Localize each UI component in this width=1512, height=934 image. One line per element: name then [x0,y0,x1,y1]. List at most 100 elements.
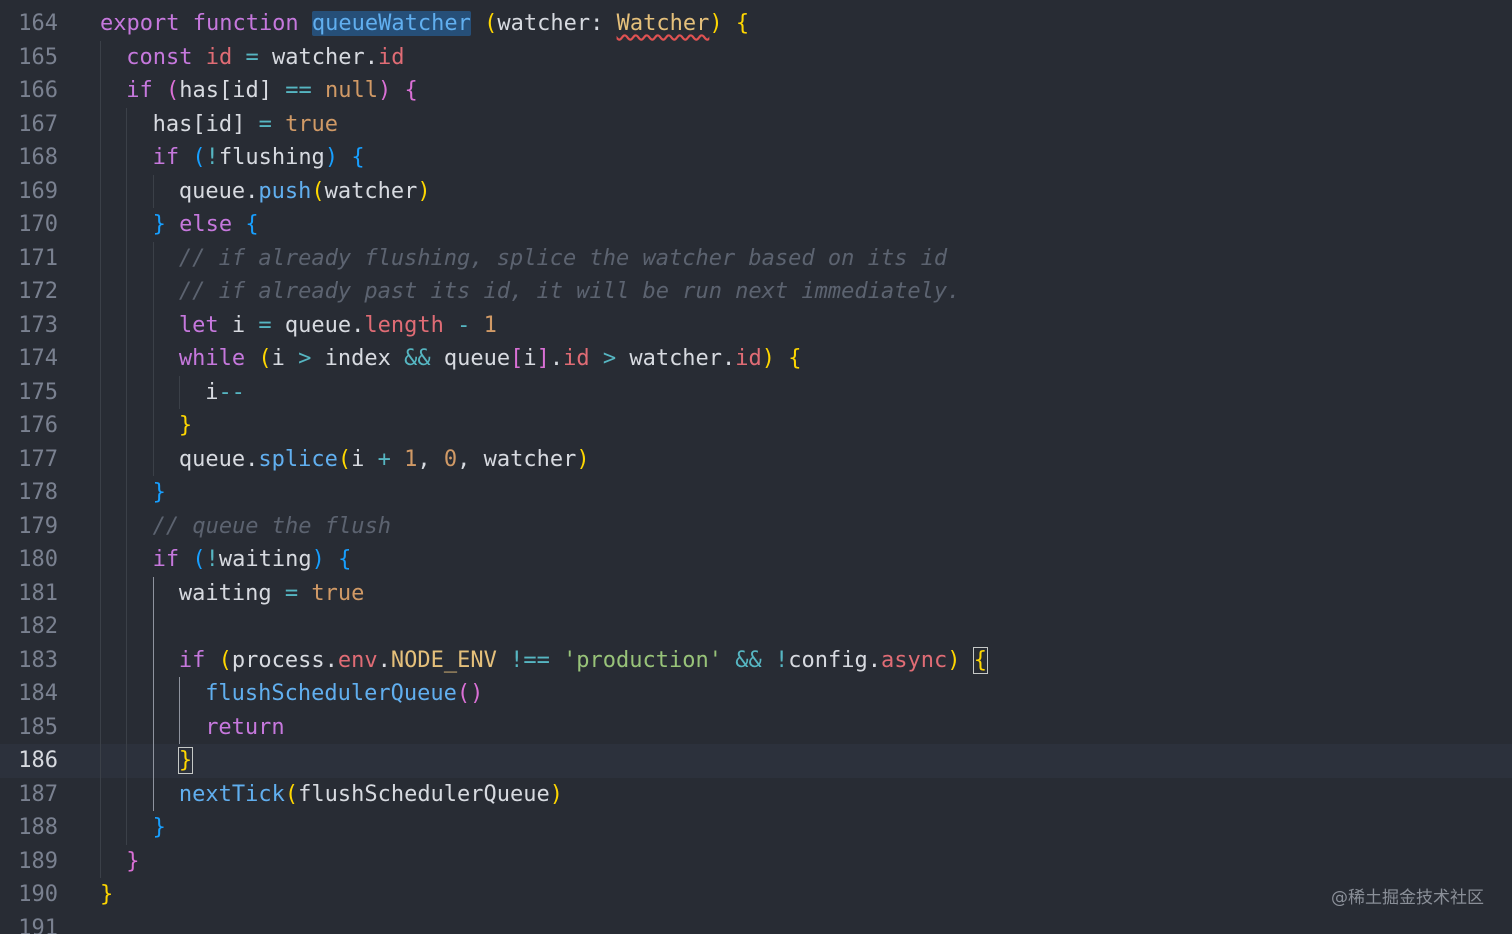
code-token: watcher: [497,11,617,36]
code-line[interactable]: 164 export function queueWatcher (watcher… [0,7,1512,41]
code-line[interactable]: 185 return [0,710,1512,745]
code-line[interactable]: 174 while (i > index && queue[i].id > wat… [0,342,1512,376]
code-text: // if already past its id, it will be ru… [100,275,960,309]
indent-guide [126,409,152,443]
code-line[interactable]: 184 flushSchedulerQueue() [0,677,1512,711]
code-line[interactable]: 173 let i = queue.length - 1 [0,308,1512,343]
code-line[interactable]: 171 // if already flushing, splice the wa… [0,241,1512,276]
code-token: watcher. [272,44,378,70]
indent-guide [152,409,179,443]
code-token: i [231,312,259,338]
code-line[interactable]: 182 [0,610,1512,644]
code-token: id [563,346,590,371]
code-line[interactable]: 183 if (process.env.NODE_ENV !== 'product… [0,643,1512,678]
line-number: 181 [18,580,58,606]
code-text: if (has[id] == null) { [100,74,418,108]
line-number: 169 [18,178,58,204]
indent-guide [100,643,126,678]
indent-guide [100,677,126,711]
code-line[interactable]: 187 nextTick(flushSchedulerQueue) [0,777,1512,812]
code-token: ( [484,11,498,36]
indent-guide [126,610,152,644]
code-line[interactable]: 166 if (has[id] == null) { [0,74,1512,108]
code-text: queue.splice(i + 1, 0, watcher) [100,442,590,477]
code-line[interactable]: 191 [0,912,1512,934]
code-line[interactable]: 178} [0,476,1512,510]
code-token: env [337,647,378,673]
watermark: @稀土掘金技术社区 [1331,888,1484,908]
code-text: } [100,878,113,912]
code-text: nextTick(flushSchedulerQueue) [100,777,564,812]
code-line[interactable]: 175 i-- [0,375,1512,410]
indent-guide [126,241,152,276]
indent-guide [126,543,152,577]
code-token: > [298,346,312,371]
line-number: 179 [18,513,58,539]
code-token: has[id] [179,78,286,103]
code-line[interactable]: 176} [0,409,1512,443]
code-text: const id = watcher.id [100,40,405,75]
code-token: ) [549,781,564,807]
code-line[interactable]: 186} [0,744,1512,778]
code-token: , [417,446,444,472]
code-line[interactable]: 189} [0,844,1512,879]
line-number: 165 [18,44,58,70]
code-line[interactable]: 168 if (!flushing) { [0,141,1512,175]
code-line[interactable]: 190} [0,878,1512,912]
indent-guide [178,375,205,410]
code-line[interactable]: 167 has[id] = true [0,107,1512,142]
code-token: let [178,312,232,338]
code-token: push [258,178,312,204]
code-line[interactable]: 170} else { [0,208,1512,242]
indent-guide [126,375,152,410]
code-token: = [258,111,272,137]
code-token: = [258,312,272,338]
code-line[interactable]: 180 if (!waiting) { [0,543,1512,577]
code-line[interactable]: 179 // queue the flush [0,509,1512,544]
indent-guide [126,576,152,611]
code-token: ) [576,446,590,472]
code-line[interactable]: 188} [0,811,1512,845]
line-number: 164 [18,11,58,36]
code-token: queue. [271,312,365,338]
indent-guide [126,107,152,142]
code-token: ) [709,11,723,36]
indent-guide [100,610,126,644]
code-token: i [271,346,299,371]
code-line[interactable]: 169 queue.push(watcher) [0,174,1512,209]
line-number: 180 [18,547,58,572]
code-line[interactable]: 165 const id = watcher.id [0,40,1512,75]
code-text: let i = queue.length - 1 [100,308,497,343]
line-number: 189 [18,848,58,874]
code-token: ( [218,647,232,673]
line-number: 166 [18,78,58,103]
code-token: () [456,681,484,706]
code-text: queue.push(watcher) [100,174,431,209]
code-token: i [205,379,219,405]
code-token: id [378,44,405,70]
code-token: queue [430,346,511,371]
indent-guide [100,74,126,108]
code-text: if (process.env.NODE_ENV !== 'production… [100,643,988,678]
code-token: } [152,815,166,840]
code-token: > [589,346,630,371]
code-token: } [126,848,140,874]
code-token: && [722,647,775,673]
code-line[interactable]: 177 queue.splice(i + 1, 0, watcher) [0,442,1512,477]
code-token: ) [761,346,776,371]
indent-guide [100,710,126,745]
code-editor[interactable]: 164 export function queueWatcher (watcher… [0,0,1512,934]
code-token: { [351,145,365,170]
line-number: 168 [18,145,58,170]
indent-guide [100,241,126,276]
code-token: { [338,547,352,572]
code-token: true [311,580,365,606]
indent-guide [126,677,152,711]
line-number: 188 [18,815,58,840]
code-token: queue. [178,446,259,472]
indent-guide [126,442,152,477]
code-line[interactable]: 181 waiting = true [0,576,1512,611]
code-line[interactable]: 172 // if already past its id, it will be… [0,275,1512,309]
